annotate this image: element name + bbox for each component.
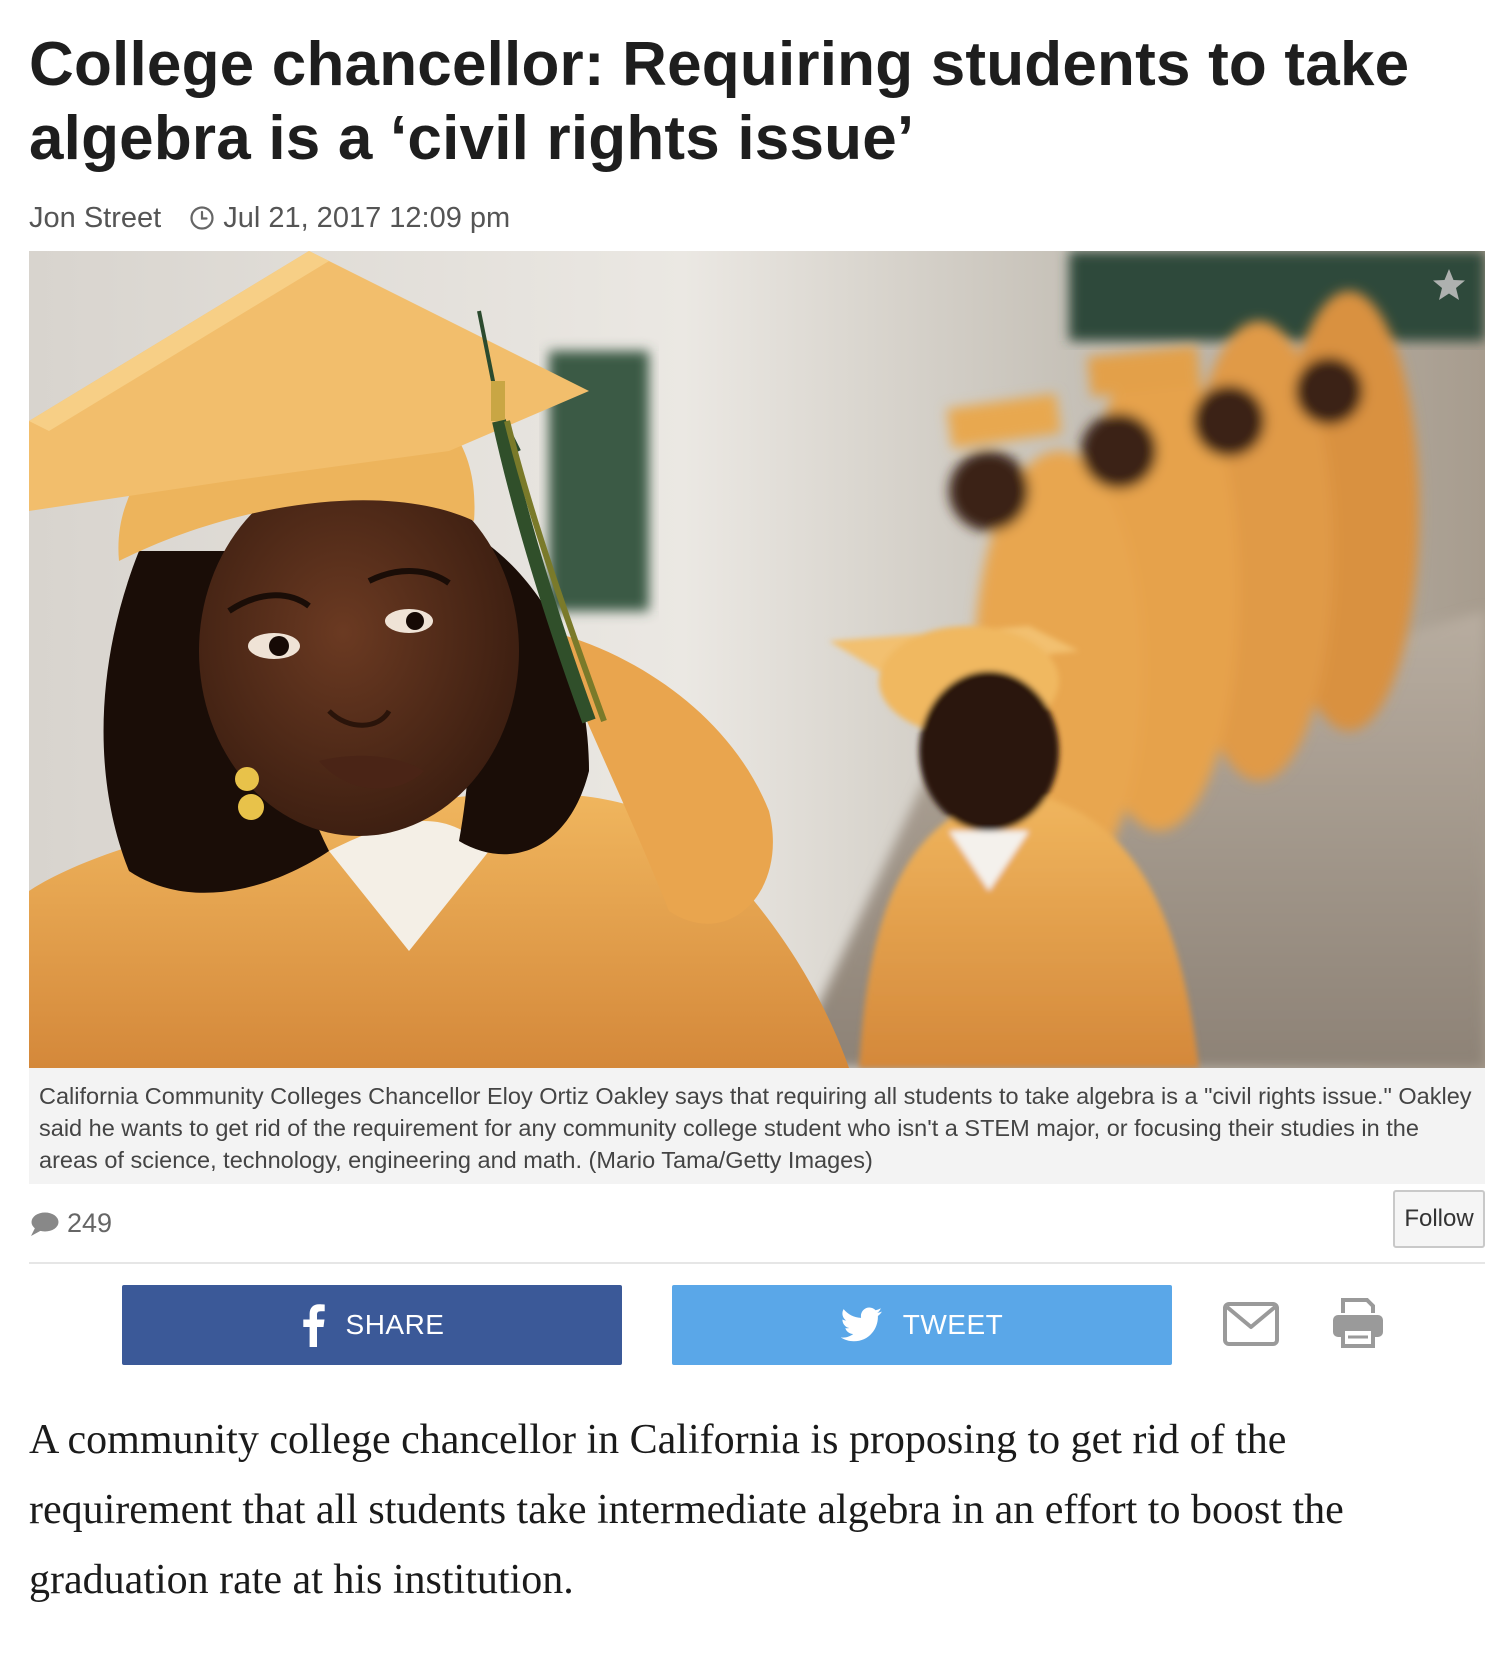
article: College chancellor: Requiring students t… xyxy=(29,0,1485,1659)
share-bar: SHARE TWEET xyxy=(29,1285,1485,1365)
graduation-photo xyxy=(29,251,1485,1068)
facebook-share-label: SHARE xyxy=(345,1309,445,1340)
facebook-icon xyxy=(302,1304,325,1347)
article-body-paragraph: A community college chancellor in Califo… xyxy=(29,1417,1344,1603)
clock-icon xyxy=(190,206,214,230)
twitter-tweet-button[interactable]: TWEET xyxy=(672,1285,1172,1365)
printer-icon[interactable] xyxy=(1331,1297,1385,1349)
article-meta-row: 249 Follow xyxy=(29,1190,1485,1264)
twitter-tweet-label: TWEET xyxy=(902,1309,1004,1340)
hero-photo xyxy=(29,251,1485,1068)
follow-button[interactable]: Follow xyxy=(1393,1190,1485,1248)
author-name[interactable]: Jon Street xyxy=(29,202,161,235)
headline: College chancellor: Requiring students t… xyxy=(29,30,1410,173)
facebook-share-button[interactable]: SHARE xyxy=(122,1285,622,1365)
envelope-icon[interactable] xyxy=(1222,1301,1280,1347)
publish-timestamp: Jul 21, 2017 12:09 pm xyxy=(223,201,511,234)
speech-bubble-icon xyxy=(31,1212,59,1236)
comment-count-value: 249 xyxy=(67,1208,113,1238)
comment-count[interactable]: 249 xyxy=(29,1208,112,1239)
twitter-bird-icon xyxy=(840,1307,882,1342)
star-icon[interactable] xyxy=(1431,267,1467,303)
byline: Jon Street Jul 21, 2017 12:09 pm xyxy=(29,198,510,238)
photo-caption: California Community Colleges Chancellor… xyxy=(29,1068,1485,1184)
